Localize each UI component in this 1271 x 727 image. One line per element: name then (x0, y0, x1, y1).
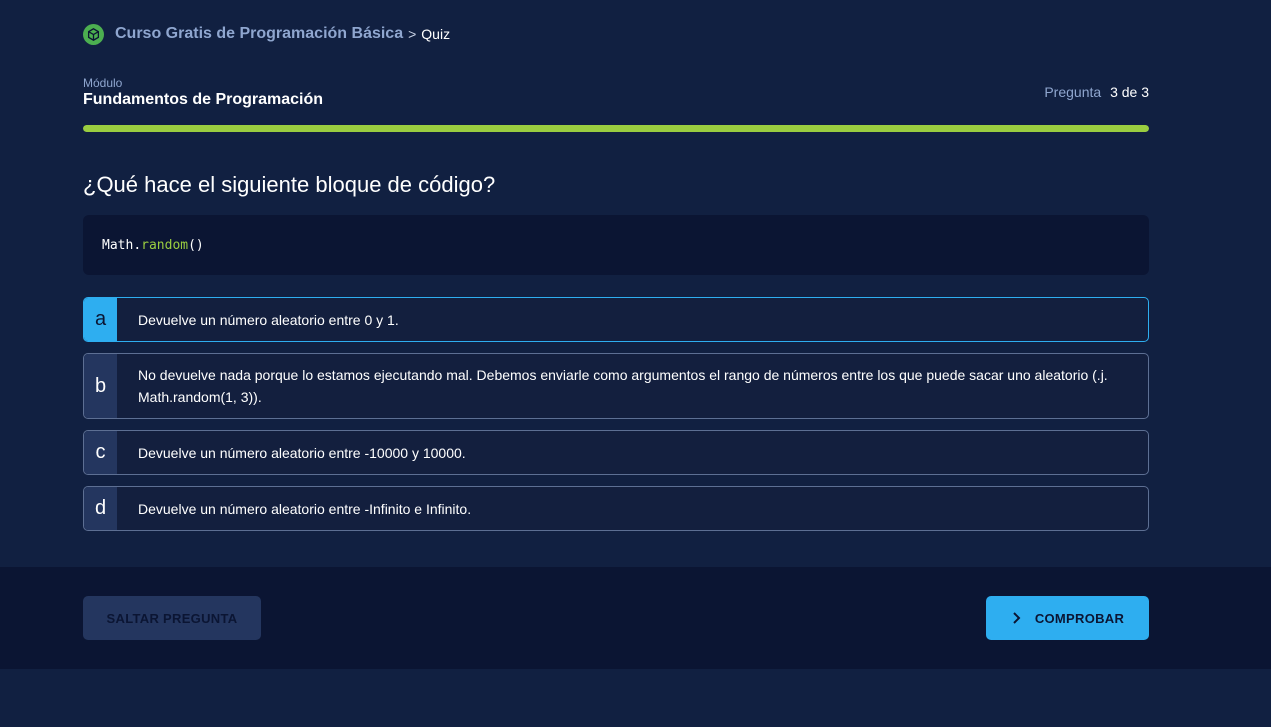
check-button-label: COMPROBAR (1034, 610, 1125, 626)
progress-bar (83, 125, 1149, 132)
option-c[interactable]: c Devuelve un número aleatorio entre -10… (83, 430, 1149, 475)
counter-label: Pregunta (1044, 84, 1102, 100)
footer-bar: SALTAR PREGUNTA COMPROBAR (0, 567, 1271, 669)
breadcrumb-course-link[interactable]: Curso Gratis de Programación Básica (115, 25, 403, 43)
option-text: Devuelve un número aleatorio entre -1000… (138, 444, 466, 461)
check-button[interactable]: COMPROBAR (986, 596, 1149, 640)
code-block: Math. random() (83, 215, 1149, 275)
question-counter: Pregunta 3 de 3 (1044, 84, 1149, 100)
code-method: random (141, 237, 189, 253)
code-parens: () (188, 237, 204, 253)
option-letter: b (84, 354, 117, 418)
breadcrumb-current: Quiz (421, 26, 451, 42)
option-text: Devuelve un número aleatorio entre 0 y 1… (138, 311, 399, 328)
skip-question-button[interactable]: SALTAR PREGUNTA (83, 596, 261, 640)
question-title: ¿Qué hace el siguiente bloque de código? (83, 172, 496, 197)
option-d[interactable]: d Devuelve un número aleatorio entre -In… (83, 486, 1149, 531)
code-object: Math (102, 237, 134, 253)
counter-value: 3 de 3 (1110, 84, 1149, 100)
module-name: Fundamentos de Programación (83, 91, 324, 108)
option-text: No devuelve nada porque lo estamos ejecu… (138, 367, 1108, 405)
chevron-right-icon (1011, 612, 1021, 624)
option-b[interactable]: b No devuelve nada porque lo estamos eje… (83, 353, 1149, 419)
cube-logo-icon (83, 23, 104, 45)
module-header: Módulo Fundamentos de Programación Pregu… (83, 76, 1149, 116)
option-text: Devuelve un número aleatorio entre -Infi… (138, 500, 472, 517)
option-letter: a (84, 298, 117, 341)
module-label: Módulo (83, 76, 123, 90)
progress-fill (83, 125, 1149, 132)
option-letter: c (84, 431, 117, 474)
option-letter: d (84, 487, 117, 530)
option-a[interactable]: a Devuelve un número aleatorio entre 0 y… (83, 297, 1149, 342)
breadcrumb: Curso Gratis de Programación Básica > Qu… (83, 23, 1149, 45)
breadcrumb-separator: > (408, 26, 417, 42)
code-dot: . (133, 237, 142, 253)
